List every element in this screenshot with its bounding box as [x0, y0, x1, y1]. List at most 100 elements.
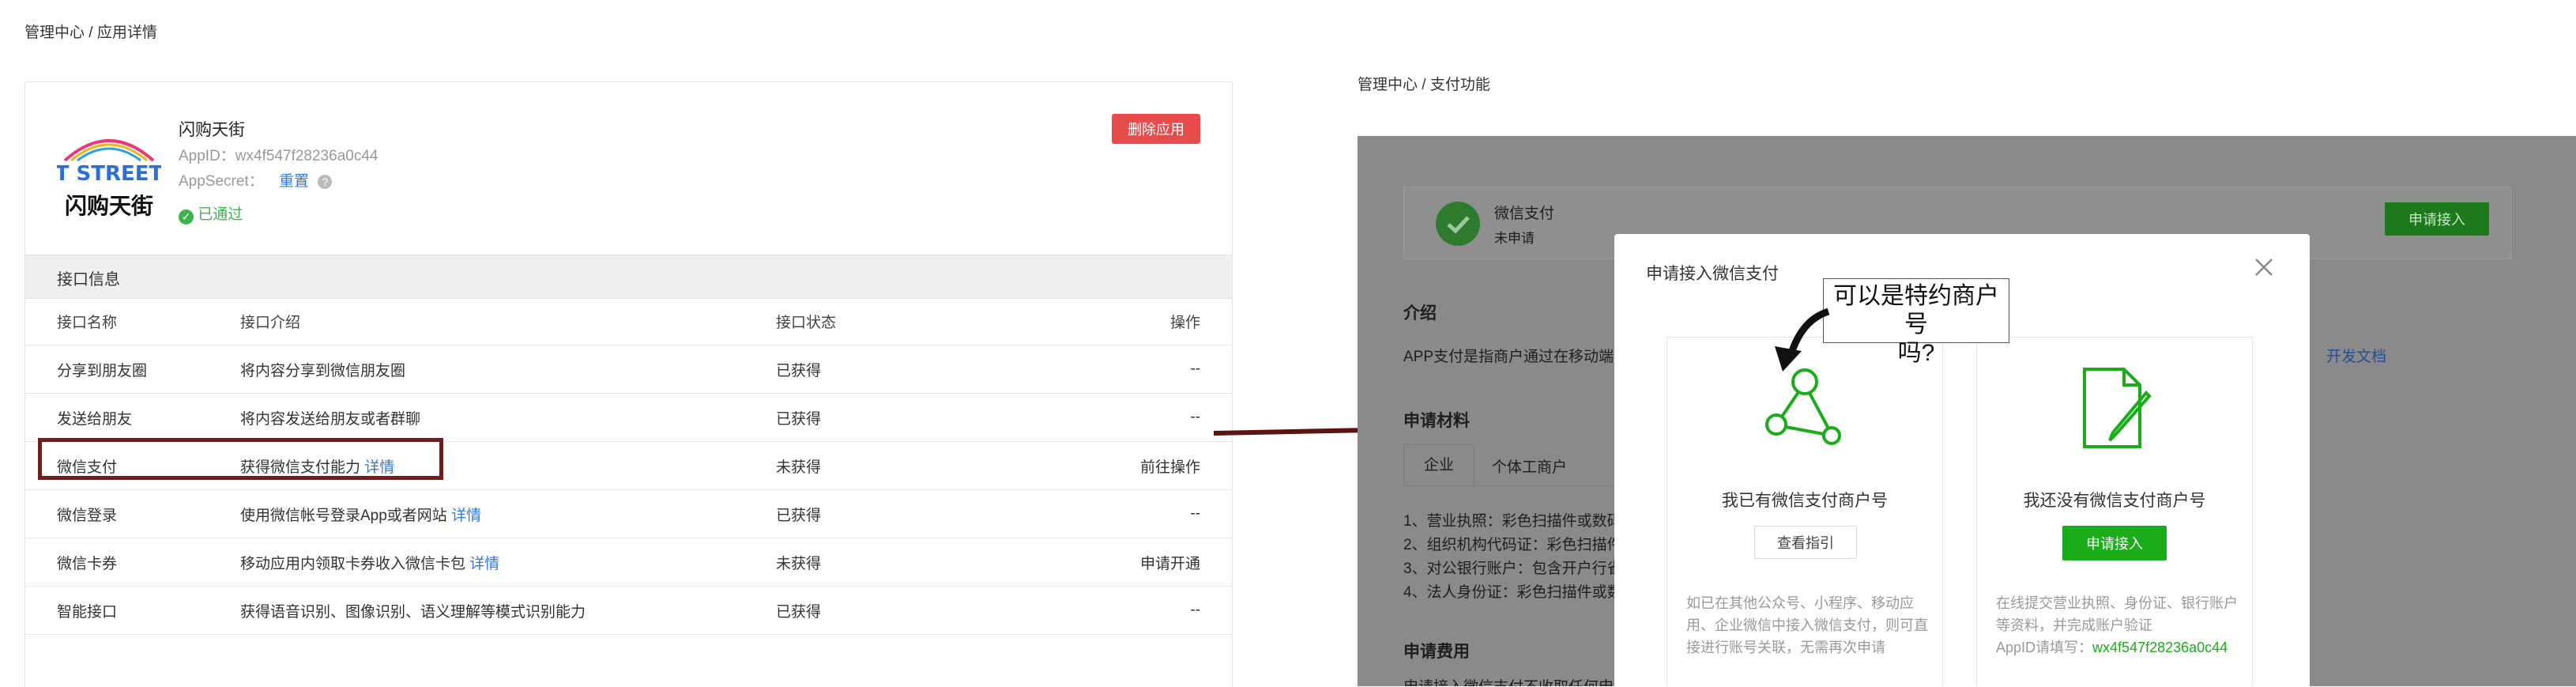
app-secret-label: AppSecret：: [179, 173, 264, 190]
cell-desc: 获得语音识别、图像识别、语义理解等模式识别能力: [239, 586, 775, 635]
table-row: 智能接口 获得语音识别、图像识别、语义理解等模式识别能力 已获得 --: [25, 586, 1232, 635]
breadcrumb-app-detail: 管理中心 / 应用详情: [24, 25, 157, 41]
cell-name: 发送给朋友: [25, 393, 239, 442]
delete-app-button[interactable]: 删除应用: [1112, 114, 1200, 144]
tab-individual[interactable]: 个体工商户: [1492, 455, 1567, 477]
wechat-pay-status: 未申请: [1494, 231, 1535, 246]
cell-name: 微信登录: [25, 489, 239, 538]
cell-status: 已获得: [775, 345, 1077, 394]
callout-line2: 吗?: [1897, 340, 1935, 366]
list-item: 4、法人身份证：彩色扫描件或数码: [1403, 584, 1637, 601]
breadcrumb-payment: 管理中心 / 支付功能: [1358, 77, 1490, 93]
cell-name: 智能接口: [25, 586, 239, 635]
help-icon[interactable]: ?: [318, 175, 333, 189]
cell-operation[interactable]: 前往操作: [1077, 441, 1232, 490]
cell-desc-text: 使用微信帐号登录App或者网站: [240, 507, 447, 524]
cell-desc: 将内容发送给朋友或者群聊: [239, 393, 775, 442]
view-guide-button[interactable]: 查看指引: [1754, 526, 1857, 559]
fee-title: 申请费用: [1403, 643, 1470, 661]
cell-desc-text: 获得语音识别、图像识别、语义理解等模式识别能力: [240, 603, 586, 621]
option-no-merchant[interactable]: 我还没有微信支付商户号 申请接入 在线提交营业执照、身份证、银行账户 等资料，并…: [1976, 337, 2253, 686]
share-network-icon: [1762, 364, 1849, 455]
intro-text: APP支付是指商户通过在移动端应: [1403, 349, 1629, 365]
option1-desc: 如已在其他公众号、小程序、移动应 用、企业微信中接入微信支付，则可直 接进行账号…: [1686, 592, 1931, 659]
appid-hint-value: wx4f547f28236a0c44: [2092, 640, 2228, 655]
tab-enterprise[interactable]: 企业: [1403, 444, 1474, 485]
option2-desc: 在线提交营业执照、身份证、银行账户 等资料，并完成账户验证 AppID请填写：w…: [1996, 592, 2241, 659]
appid-hint-label: AppID请填写：: [1996, 640, 2093, 655]
app-name: 闪购天街: [179, 121, 245, 139]
list-item: 2、组织机构代码证：彩色扫描件或: [1403, 537, 1637, 553]
wechat-pay-icon: [1436, 202, 1480, 246]
option1-title: 我已有微信支付商户号: [1722, 492, 1888, 510]
table-header-row: 接口名称 接口介绍 接口状态 操作: [25, 297, 1232, 345]
table-row: 微信卡券 移动应用内领取卡券收入微信卡包 详情 未获得 申请开通: [25, 538, 1232, 587]
app-logo: T STREET 闪购天街: [55, 125, 164, 220]
cell-operation: --: [1077, 393, 1232, 442]
option2-desc-line: 在线提交营业执照、身份证、银行账户: [1996, 595, 2238, 611]
annotation-callout: 可以是特约商户号 吗?: [1823, 278, 2009, 366]
appid-hint: AppID请填写：wx4f547f28236a0c44: [1996, 636, 2241, 659]
tab-enterprise-label: 企业: [1423, 457, 1454, 474]
callout-line1: 可以是特约商户号: [1833, 283, 1999, 338]
cell-desc-text: 将内容分享到微信朋友圈: [240, 362, 406, 379]
cell-operation: --: [1077, 489, 1232, 538]
cell-operation[interactable]: 申请开通: [1077, 538, 1232, 587]
col-header-status: 接口状态: [775, 297, 1077, 345]
detail-link[interactable]: 详情: [451, 508, 481, 524]
app-id: AppID：wx4f547f28236a0c44: [179, 148, 378, 164]
cell-status: 已获得: [775, 489, 1077, 538]
option-have-merchant[interactable]: 我已有微信支付商户号 查看指引 如已在其他公众号、小程序、移动应 用、企业微信中…: [1666, 337, 1943, 686]
cell-status: 未获得: [775, 538, 1077, 587]
option2-title: 我还没有微信支付商户号: [2023, 492, 2206, 510]
table-row: 分享到朋友圈 将内容分享到微信朋友圈 已获得 --: [25, 345, 1232, 394]
apply-access-button-bg[interactable]: 申请接入: [2385, 202, 2489, 236]
logo-cn-text: 闪购天街: [65, 193, 153, 219]
table-row: 微信登录 使用微信帐号登录App或者网站 详情 已获得 --: [25, 489, 1232, 538]
cell-desc: 使用微信帐号登录App或者网站 详情: [239, 489, 775, 538]
fee-text: 申请接入微信支付不收取任何申请: [1403, 675, 1629, 686]
option1-desc-line: 接进行账号关联，无需再次申请: [1686, 640, 1885, 655]
section-title: 接口信息: [57, 271, 120, 289]
cell-desc-text: 移动应用内领取卡券收入微信卡包: [240, 555, 466, 572]
option1-desc-line: 用、企业微信中接入微信支付，则可直: [1686, 617, 1928, 633]
approved-status: ✓ 已通过: [179, 202, 243, 225]
cell-desc-text: 将内容发送给朋友或者群聊: [240, 410, 421, 428]
col-header-desc: 接口介绍: [239, 297, 775, 345]
approved-status-text: 已通过: [198, 206, 243, 223]
list-item: 1、营业执照：彩色扫描件或数码照: [1403, 513, 1637, 530]
cell-desc: 移动应用内领取卡券收入微信卡包 详情: [239, 538, 775, 587]
apply-access-button[interactable]: 申请接入: [2062, 526, 2167, 561]
check-circle-icon: ✓: [179, 209, 194, 225]
list-item: 3、对公银行账户：包含开户行省市: [1403, 561, 1637, 577]
cell-status: 已获得: [775, 586, 1077, 635]
cell-desc: 将内容分享到微信朋友圈: [239, 345, 775, 394]
col-header-op: 操作: [1077, 297, 1232, 345]
cell-operation: --: [1077, 586, 1232, 635]
wechat-pay-title: 微信支付: [1494, 206, 1555, 222]
option1-desc-line: 如已在其他公众号、小程序、移动应: [1686, 595, 1914, 611]
option2-desc-line: 等资料，并完成账户验证: [1996, 617, 2152, 633]
callout-arrow: [1775, 308, 1830, 372]
interface-section-header: 接口信息: [25, 255, 1232, 299]
dev-doc-link[interactable]: 开发文档: [2326, 345, 2386, 366]
app-detail-card: T STREET 闪购天街 闪购天街 AppID：wx4f547f28236a0…: [24, 81, 1233, 687]
cell-operation: --: [1077, 345, 1232, 394]
modal-title: 申请接入微信支付: [1646, 265, 1779, 283]
cell-status: 未获得: [775, 441, 1077, 490]
materials-list: 1、营业执照：彩色扫描件或数码照 2、组织机构代码证：彩色扫描件或 3、对公银行…: [1403, 509, 1637, 604]
intro-title: 介绍: [1403, 304, 1437, 323]
detail-link[interactable]: 详情: [469, 556, 499, 572]
highlight-box: [38, 438, 443, 480]
materials-title: 申请材料: [1403, 412, 1470, 430]
app-secret-row: AppSecret： 重置 ?: [179, 169, 333, 191]
col-header-name: 接口名称: [25, 297, 239, 345]
table-row: 发送给朋友 将内容发送给朋友或者群聊 已获得 --: [25, 393, 1232, 442]
cell-name: 分享到朋友圈: [25, 345, 239, 394]
close-icon[interactable]: [2246, 250, 2281, 285]
cell-name: 微信卡券: [25, 538, 239, 587]
logo-wordmark: T STREET: [57, 162, 161, 186]
reset-secret-link[interactable]: 重置: [279, 173, 309, 190]
cell-status: 已获得: [775, 393, 1077, 442]
document-edit-icon: [2078, 364, 2157, 455]
